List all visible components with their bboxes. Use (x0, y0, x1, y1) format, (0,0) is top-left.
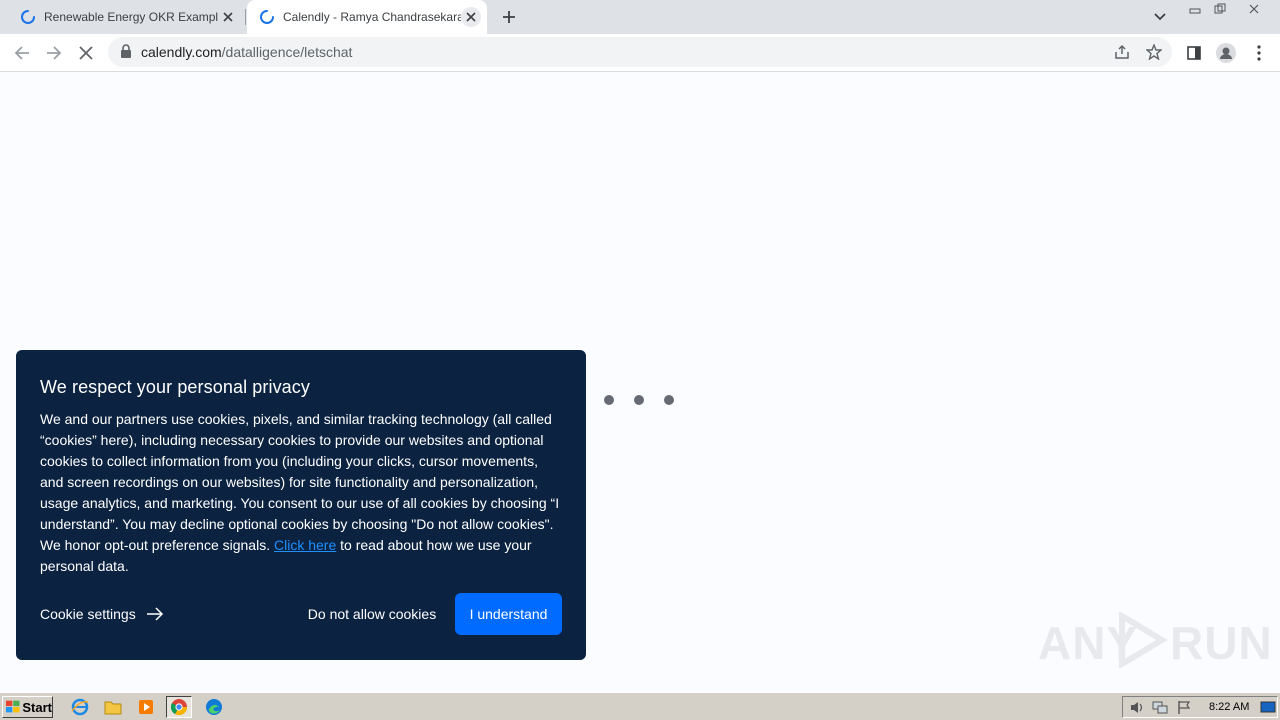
chevron-down-icon[interactable] (1150, 7, 1170, 27)
restore-icon[interactable] (1209, 1, 1231, 17)
share-icon[interactable] (1112, 42, 1132, 62)
cookie-banner-title: We respect your personal privacy (40, 377, 310, 397)
tab-strip: Renewable Energy OKR Examples: D Calendl… (0, 0, 1280, 34)
cookie-settings-button[interactable]: Cookie settings (40, 606, 164, 622)
kebab-menu-icon[interactable] (1248, 42, 1270, 64)
profile-icon[interactable] (1215, 42, 1237, 64)
tab-title: Renewable Energy OKR Examples: D (44, 10, 218, 24)
do-not-allow-cookies-button[interactable]: Do not allow cookies (297, 593, 447, 635)
side-panel-icon[interactable] (1183, 42, 1205, 64)
arrow-right-icon[interactable] (43, 42, 65, 64)
loading-dot (634, 395, 644, 405)
minimize-icon[interactable] (1184, 1, 1206, 17)
tab-close-icon[interactable] (461, 7, 481, 27)
anyrun-watermark: ANY RUN (1038, 608, 1272, 672)
windows-logo-icon (6, 700, 20, 713)
start-label: Start (22, 699, 52, 715)
cookie-body-text: We and our partners use cookies, pixels,… (40, 411, 560, 553)
volume-icon[interactable] (1129, 700, 1145, 715)
show-desktop-icon[interactable] (1260, 700, 1276, 715)
watermark-right: RUN (1170, 617, 1273, 669)
folder-icon[interactable] (100, 696, 126, 718)
i-understand-button[interactable]: I understand (455, 593, 562, 635)
system-tray: 8:22 AM (1122, 696, 1278, 718)
loading-dot (604, 395, 614, 405)
new-tab-icon[interactable] (498, 6, 520, 28)
arrow-right-icon (146, 607, 163, 621)
browser-toolbar: calendly.com/datalligence/letschat (0, 34, 1280, 72)
taskbar: Start 8:22 AM (0, 692, 1280, 720)
arrow-left-icon[interactable] (11, 42, 33, 64)
loading-dots (604, 395, 674, 405)
lock-icon (121, 44, 131, 58)
url-path: /datalligence/letschat (221, 44, 353, 60)
loading-spinner-icon (21, 10, 35, 24)
flag-icon[interactable] (1176, 700, 1192, 715)
close-icon[interactable] (75, 42, 97, 64)
privacy-link[interactable]: Click here (274, 537, 336, 553)
window-close-icon[interactable] (1236, 1, 1272, 17)
address-bar[interactable]: calendly.com/datalligence/letschat (108, 37, 1172, 67)
media-player-icon[interactable] (133, 696, 159, 718)
url-host: calendly.com (141, 44, 222, 60)
cookie-banner: We respect your personal privacy We and … (16, 350, 586, 660)
play-icon (1119, 612, 1168, 668)
cookie-banner-text: We and our partners use cookies, pixels,… (40, 409, 562, 577)
edge-icon[interactable] (201, 696, 227, 718)
cookie-settings-label: Cookie settings (40, 606, 136, 622)
tab-close-icon[interactable] (218, 7, 238, 27)
ie-icon[interactable] (67, 696, 93, 718)
star-icon[interactable] (1144, 42, 1164, 62)
start-button[interactable]: Start (2, 696, 53, 718)
tab-calendly[interactable]: Calendly - Ramya Chandrasekaran (247, 0, 487, 34)
loading-dot (664, 395, 674, 405)
tab-title: Calendly - Ramya Chandrasekaran (283, 10, 461, 24)
network-icon[interactable] (1152, 700, 1168, 715)
loading-spinner-icon (260, 10, 274, 24)
chrome-icon[interactable] (166, 696, 192, 718)
clock: 8:22 AM (1209, 701, 1250, 713)
url-text[interactable]: calendly.com/datalligence/letschat (141, 44, 352, 60)
tab-separator (245, 9, 246, 25)
tab-renewable-energy[interactable]: Renewable Energy OKR Examples: D (8, 0, 244, 34)
